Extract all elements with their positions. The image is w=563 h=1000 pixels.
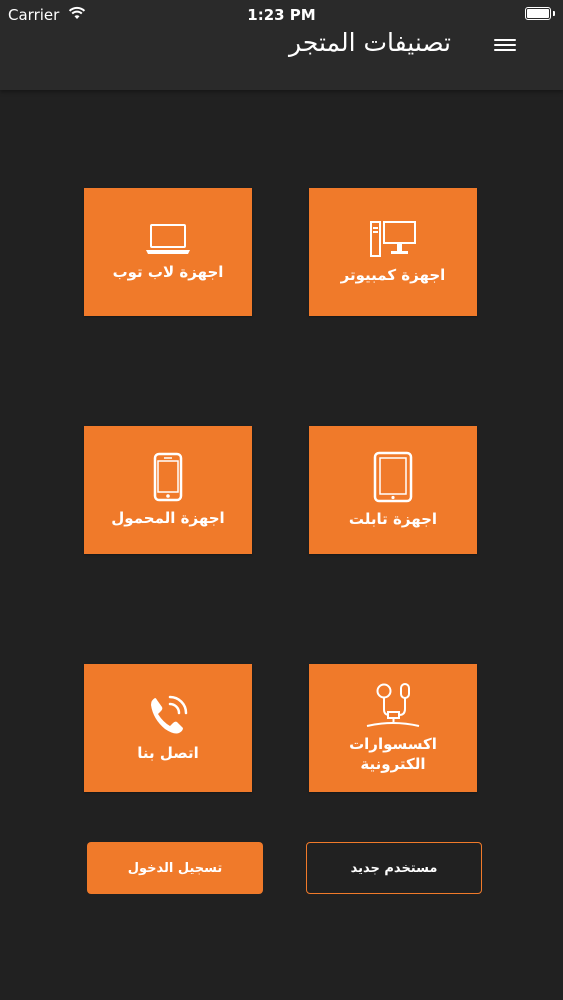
menu-icon[interactable]	[494, 36, 516, 54]
laptop-icon	[145, 222, 191, 256]
tile-label: اجهزة لاب توب	[112, 263, 224, 281]
mobile-phone-icon	[153, 452, 183, 502]
phone-call-icon	[146, 693, 190, 737]
category-mobiles[interactable]: اجهزة المحمول	[84, 426, 252, 554]
desktop-computer-icon	[370, 219, 416, 259]
category-accessories[interactable]: اكسسوارات الكترونية	[309, 664, 477, 792]
status-bar: Carrier 1:23 PM	[0, 0, 563, 28]
category-tablets[interactable]: اجهزة تابلت	[309, 426, 477, 554]
tile-label: اجهزة كمبيوتر	[340, 266, 446, 284]
login-button[interactable]: تسجيل الدخول	[87, 842, 263, 894]
page-title: تصنيفات المتجر	[289, 28, 451, 57]
tile-label: اكسسوارات الكترونية	[349, 735, 437, 773]
category-contact[interactable]: اتصل بنا	[84, 664, 252, 792]
tile-label: اجهزة المحمول	[111, 509, 225, 527]
tile-label: اجهزة تابلت	[348, 510, 438, 528]
tablet-icon	[373, 451, 413, 503]
status-time: 1:23 PM	[247, 6, 316, 24]
tile-label: اتصل بنا	[137, 744, 199, 762]
earphones-icon	[365, 682, 421, 728]
top-bar: Carrier 1:23 PM تصنيفات المتجر	[0, 0, 563, 90]
category-computers[interactable]: اجهزة كمبيوتر	[309, 188, 477, 316]
category-laptops[interactable]: اجهزة لاب توب	[84, 188, 252, 316]
battery-icon	[525, 7, 555, 20]
new-user-button[interactable]: مستخدم جديد	[306, 842, 482, 894]
